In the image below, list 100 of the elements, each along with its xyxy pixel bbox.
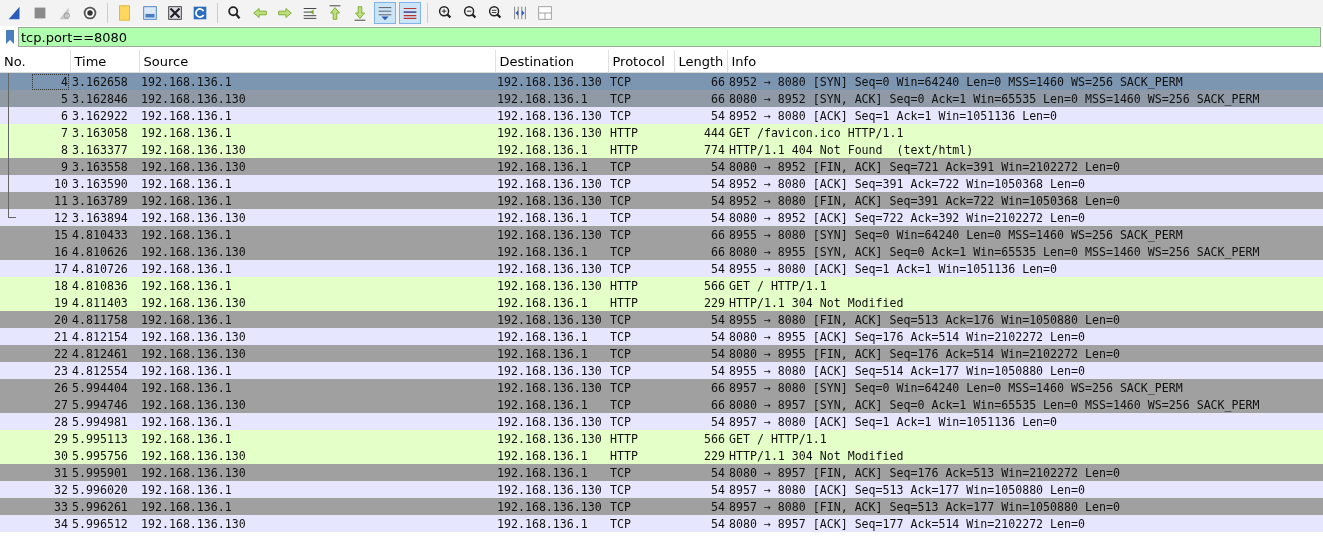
table-cell: 8080 → 8957 [SYN, ACK] Seq=0 Ack=1 Win=65535 Len=0 MSS=1460 WS=256 SACK_PERM — [729, 397, 1260, 412]
packet-row[interactable]: 7 3.163058 192.168.136.1 192.168.136.130 HTTP 444 GET /favicon.ico HTTP/1.1 — [0, 124, 1323, 141]
table-cell: 5.994404 — [72, 380, 128, 395]
table-cell: 192.168.136.130 — [497, 125, 602, 140]
table-cell: 5.996020 — [72, 482, 128, 497]
table-cell: 54 — [711, 329, 725, 344]
table-cell: 54 — [711, 193, 725, 208]
table-cell: 192.168.136.130 — [497, 363, 602, 378]
table-cell: 32 — [54, 482, 68, 497]
packet-row[interactable]: 10 3.163590 192.168.136.1 192.168.136.130 TCP 54 8952 → 8080 [ACK] Seq=391 Ack=722 Win=1050368 Len=0 — [0, 175, 1323, 192]
packet-row[interactable]: 20 4.811758 192.168.136.1 192.168.136.130 TCP 54 8955 → 8080 [FIN, ACK] Seq=513 Ack=176 Win=1050880 Len=0 — [0, 311, 1323, 328]
packet-row[interactable]: 17 4.810726 192.168.136.1 192.168.136.130 TCP 54 8955 → 8080 [ACK] Seq=1 Ack=1 Win=1051136 Len=0 — [0, 260, 1323, 277]
packet-row[interactable]: 15 4.810433 192.168.136.1 192.168.136.130 TCP 66 8955 → 8080 [SYN] Seq=0 Win=64240 Len=0 MSS=1460 WS=256 SACK_PERM — [0, 226, 1323, 243]
packet-row[interactable]: 6 3.162922 192.168.136.1 192.168.136.130 TCP 54 8952 → 8080 [ACK] Seq=1 Ack=1 Win=1051136 Len=0 — [0, 107, 1323, 124]
resize-columns-icon — [511, 4, 529, 22]
left-arrow-icon — [251, 4, 269, 22]
table-cell: 192.168.136.1 — [141, 380, 232, 395]
table-cell: 192.168.136.130 — [497, 261, 602, 276]
table-cell: 4.810836 — [72, 278, 128, 293]
packet-row[interactable]: 34 5.996512 192.168.136.130 192.168.136.1 TCP 54 8080 → 8957 [ACK] Seq=177 Ack=514 Win=2102272 Len=0 — [0, 515, 1323, 532]
table-cell: 5.995113 — [72, 431, 128, 446]
packet-row[interactable]: 12 3.163894 192.168.136.130 192.168.136.1 TCP 54 8080 → 8952 [ACK] Seq=722 Ack=392 Win=2102272 Len=0 — [0, 209, 1323, 226]
table-cell: 54 — [711, 499, 725, 514]
table-cell: 4.810626 — [72, 244, 128, 259]
packet-row[interactable]: 22 4.812461 192.168.136.130 192.168.136.1 TCP 54 8080 → 8955 [FIN, ACK] Seq=176 Ack=514 Win=2102272 Len=0 — [0, 345, 1323, 362]
packet-row[interactable]: 26 5.994404 192.168.136.1 192.168.136.130 TCP 66 8957 → 8080 [SYN] Seq=0 Win=64240 Len=0 MSS=1460 WS=256 SACK_PERM — [0, 379, 1323, 396]
table-cell: 192.168.136.130 — [497, 278, 602, 293]
table-cell: 26 — [54, 380, 68, 395]
table-cell: 192.168.136.1 — [141, 227, 232, 242]
column-header[interactable]: Protocol — [608, 50, 674, 73]
table-cell: 66 — [711, 244, 725, 259]
column-header[interactable]: Length — [674, 50, 727, 73]
table-cell: 54 — [711, 312, 725, 327]
display-filter-field[interactable]: tcp.port==8080 — [18, 27, 1321, 47]
packet-row[interactable]: 18 4.810836 192.168.136.1 192.168.136.130 HTTP 566 GET / HTTP/1.1 — [0, 277, 1323, 294]
table-cell: 192.168.136.1 — [141, 414, 232, 429]
table-cell: 54 — [711, 346, 725, 361]
table-cell: 17 — [54, 261, 68, 276]
packet-row[interactable]: 32 5.996020 192.168.136.1 192.168.136.130 TCP 54 8957 → 8080 [ACK] Seq=513 Ack=177 Win=1050880 Len=0 — [0, 481, 1323, 498]
table-cell: 192.168.136.1 — [497, 448, 588, 463]
packet-row[interactable]: 9 3.163558 192.168.136.130 192.168.136.1 TCP 54 8080 → 8952 [FIN, ACK] Seq=721 Ack=391 Win=2102272 Len=0 — [0, 158, 1323, 175]
packet-row[interactable]: 5 3.162846 192.168.136.130 192.168.136.1 TCP 66 8080 → 8952 [SYN, ACK] Seq=0 Ack=1 Win=65535 Len=0 MSS=1460 WS=256 SACK_PERM — [0, 90, 1323, 107]
packet-row[interactable]: 11 3.163789 192.168.136.1 192.168.136.130 TCP 54 8952 → 8080 [FIN, ACK] Seq=391 Ack=722 Win=1050368 Len=0 — [0, 192, 1323, 209]
table-cell: TCP — [610, 159, 631, 174]
table-cell: 5.996512 — [72, 516, 128, 531]
table-cell: 54 — [711, 159, 725, 174]
packet-row[interactable]: 28 5.994981 192.168.136.1 192.168.136.130 TCP 54 8957 → 8080 [ACK] Seq=1 Ack=1 Win=1051136 Len=0 — [0, 413, 1323, 430]
table-cell: 54 — [711, 465, 725, 480]
table-cell: 192.168.136.130 — [141, 465, 246, 480]
table-cell: 4.812554 — [72, 363, 128, 378]
packet-row[interactable]: 8 3.163377 192.168.136.130 192.168.136.1 HTTP 774 HTTP/1.1 404 Not Found (text/html) — [0, 141, 1323, 158]
table-cell: TCP — [610, 363, 631, 378]
table-cell: TCP — [610, 261, 631, 276]
table-cell: 192.168.136.130 — [497, 482, 602, 497]
packet-row[interactable]: 33 5.996261 192.168.136.1 192.168.136.130 TCP 54 8957 → 8080 [FIN, ACK] Seq=513 Ack=177 Win=1050880 Len=0 — [0, 498, 1323, 515]
packet-row[interactable]: 27 5.994746 192.168.136.130 192.168.136.1 TCP 66 8080 → 8957 [SYN, ACK] Seq=0 Ack=1 Win=65535 Len=0 MSS=1460 WS=256 SACK_PERM — [0, 396, 1323, 413]
table-cell: 4.810433 — [72, 227, 128, 242]
packet-row[interactable]: 29 5.995113 192.168.136.1 192.168.136.130 HTTP 566 GET / HTTP/1.1 — [0, 430, 1323, 447]
table-cell: 8957 → 8080 [SYN] Seq=0 Win=64240 Len=0 MSS=1460 WS=256 SACK_PERM — [729, 380, 1183, 395]
table-cell: 192.168.136.130 — [141, 329, 246, 344]
table-cell: 3.163558 — [72, 159, 128, 174]
binary-file-icon — [141, 4, 159, 22]
table-cell: 566 — [704, 278, 725, 293]
table-cell: 192.168.136.1 — [141, 312, 232, 327]
packet-row[interactable]: 30 5.995756 192.168.136.130 192.168.136.1 HTTP 229 HTTP/1.1 304 Not Modified — [0, 447, 1323, 464]
table-cell: 192.168.136.130 — [497, 176, 602, 191]
table-cell: 192.168.136.1 — [141, 261, 232, 276]
packet-row[interactable]: 19 4.811403 192.168.136.130 192.168.136.1 HTTP 229 HTTP/1.1 304 Not Modified — [0, 294, 1323, 311]
table-cell: 192.168.136.1 — [141, 176, 232, 191]
column-header[interactable]: Time — [70, 50, 139, 73]
table-cell: 8957 → 8080 [ACK] Seq=513 Ack=177 Win=1050880 Len=0 — [729, 482, 1085, 497]
table-cell: 192.168.136.1 — [497, 329, 588, 344]
table-cell: 192.168.136.130 — [497, 312, 602, 327]
up-arrow-icon — [326, 4, 344, 22]
table-cell: 66 — [711, 227, 725, 242]
table-cell: 192.168.136.1 — [497, 397, 588, 412]
column-header[interactable]: Source — [139, 50, 495, 73]
table-cell: 19 — [54, 295, 68, 310]
packet-row[interactable]: 31 5.995901 192.168.136.130 192.168.136.1 TCP 54 8080 → 8957 [FIN, ACK] Seq=176 Ack=513 Win=2102272 Len=0 — [0, 464, 1323, 481]
table-cell: TCP — [610, 74, 631, 89]
table-cell: 192.168.136.130 — [497, 431, 602, 446]
packet-row[interactable]: 23 4.812554 192.168.136.1 192.168.136.130 TCP 54 8955 → 8080 [ACK] Seq=514 Ack=177 Win=1050880 Len=0 — [0, 362, 1323, 379]
table-cell: 27 — [54, 397, 68, 412]
table-cell: TCP — [610, 193, 631, 208]
bookmark-icon[interactable] — [5, 29, 15, 45]
table-cell: TCP — [610, 244, 631, 259]
packet-row[interactable]: 21 4.812154 192.168.136.130 192.168.136.1 TCP 54 8080 → 8955 [ACK] Seq=176 Ack=514 Win=2102272 Len=0 — [0, 328, 1323, 345]
table-cell: 18 — [54, 278, 68, 293]
column-header[interactable]: Destination — [495, 50, 608, 73]
column-header[interactable]: No. — [0, 50, 70, 73]
table-cell: HTTP — [610, 431, 638, 446]
table-cell: 34 — [54, 516, 68, 531]
packet-row[interactable]: 16 4.810626 192.168.136.130 192.168.136.1 TCP 66 8080 → 8955 [SYN, ACK] Seq=0 Ack=1 Win=65535 Len=0 MSS=1460 WS=256 SACK_PERM — [0, 243, 1323, 260]
table-cell: 8955 → 8080 [SYN] Seq=0 Win=64240 Len=0 MSS=1460 WS=256 SACK_PERM — [729, 227, 1183, 242]
table-cell: 192.168.136.130 — [141, 516, 246, 531]
table-cell: 444 — [704, 125, 725, 140]
table-cell: 66 — [711, 74, 725, 89]
table-cell: 8080 → 8955 [SYN, ACK] Seq=0 Ack=1 Win=65535 Len=0 MSS=1460 WS=256 SACK_PERM — [729, 244, 1260, 259]
column-header[interactable]: Info — [727, 50, 1323, 73]
table-cell: TCP — [610, 414, 631, 429]
